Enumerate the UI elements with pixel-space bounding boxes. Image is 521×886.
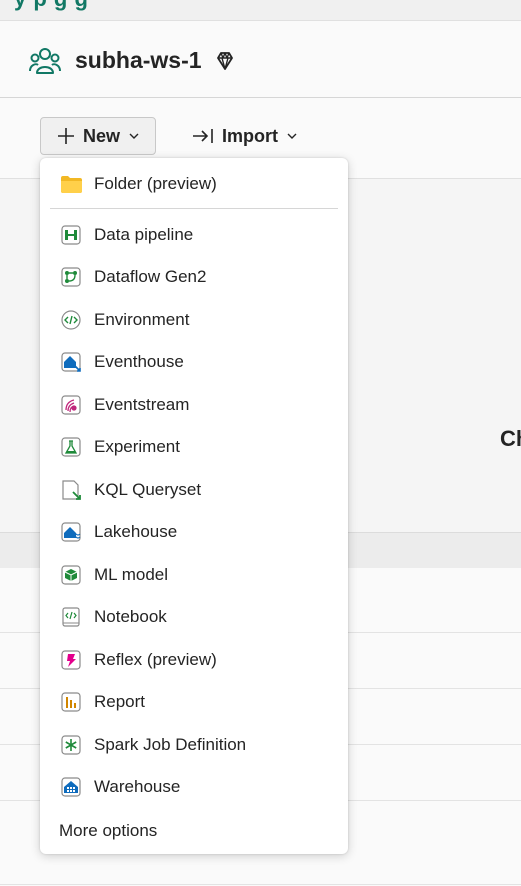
spark-job-icon: [61, 735, 81, 755]
menu-item-kql-queryset[interactable]: KQL Queryset: [40, 470, 348, 510]
menu-item-dataflow-gen2[interactable]: Dataflow Gen2: [40, 257, 348, 297]
import-button-label: Import: [222, 125, 278, 146]
background-partial-text: Ch: [500, 426, 521, 451]
menu-item-label: Dataflow Gen2: [94, 267, 207, 286]
lakehouse-icon: [61, 522, 81, 542]
menu-item-notebook[interactable]: Notebook: [40, 597, 348, 637]
menu-divider: [50, 208, 338, 209]
menu-item-label: Warehouse: [94, 777, 181, 796]
menu-item-label: Report: [94, 692, 146, 711]
new-button-label: New: [83, 125, 121, 146]
menu-item-label: Eventhouse: [94, 352, 184, 371]
menu-item-warehouse[interactable]: Warehouse: [40, 767, 348, 807]
workspace-icon: [29, 48, 61, 74]
menu-item-label: Spark Job Definition: [94, 735, 247, 754]
warehouse-icon: [61, 777, 81, 797]
menu-item-label: Folder (preview): [94, 174, 217, 193]
eventhouse-icon: [61, 352, 81, 372]
top-strip: y p g g: [0, 0, 521, 21]
menu-item-label: Data pipeline: [94, 225, 194, 244]
ml-model-icon: [61, 565, 81, 585]
eventstream-icon: [61, 395, 81, 415]
dataflow-gen2-icon: [61, 267, 81, 287]
menu-item-data-pipeline[interactable]: Data pipeline: [40, 215, 348, 255]
menu-item-label: Notebook: [94, 607, 167, 626]
reflex-icon: [61, 650, 81, 670]
more-options-link[interactable]: More options: [59, 821, 157, 841]
menu-item-folder[interactable]: Folder (preview): [40, 164, 348, 204]
menu-item-label: KQL Queryset: [94, 480, 202, 499]
menu-item-eventstream[interactable]: Eventstream: [40, 385, 348, 425]
cut-off-heading: y p g g: [14, 0, 88, 12]
menu-item-environment[interactable]: Environment: [40, 300, 348, 340]
menu-item-label: Reflex (preview): [94, 650, 217, 669]
plus-icon: [58, 128, 74, 144]
new-button[interactable]: New: [40, 117, 156, 155]
menu-item-label: Environment: [94, 310, 190, 329]
menu-item-label: Eventstream: [94, 395, 190, 414]
menu-item-reflex[interactable]: Reflex (preview): [40, 640, 348, 680]
new-item-menu: Folder (preview) Data pipeline Dataflow …: [40, 158, 348, 854]
menu-item-label: Lakehouse: [94, 522, 178, 541]
menu-item-report[interactable]: Report: [40, 682, 348, 722]
import-button[interactable]: Import: [192, 117, 298, 155]
workspace-header: subha-ws-1: [0, 21, 521, 98]
data-pipeline-icon: [61, 225, 81, 245]
menu-item-spark-job-definition[interactable]: Spark Job Definition: [40, 725, 348, 765]
menu-item-ml-model[interactable]: ML model: [40, 555, 348, 595]
chevron-down-icon: [129, 133, 139, 139]
report-icon: [61, 692, 81, 712]
environment-icon: [61, 310, 81, 330]
menu-item-lakehouse[interactable]: Lakehouse: [40, 512, 348, 552]
notebook-icon: [62, 607, 80, 627]
chevron-down-icon: [287, 133, 297, 139]
row-divider: [0, 884, 521, 885]
menu-item-experiment[interactable]: Experiment: [40, 427, 348, 467]
menu-item-label: ML model: [94, 565, 169, 584]
import-icon: [193, 129, 213, 143]
workspace-title: subha-ws-1: [75, 47, 202, 73]
menu-item-label: Experiment: [94, 437, 180, 456]
premium-diamond-icon: [217, 52, 233, 70]
kql-queryset-icon: [62, 480, 81, 500]
folder-icon: [61, 176, 82, 193]
menu-item-eventhouse[interactable]: Eventhouse: [40, 342, 348, 382]
experiment-icon: [61, 437, 81, 457]
